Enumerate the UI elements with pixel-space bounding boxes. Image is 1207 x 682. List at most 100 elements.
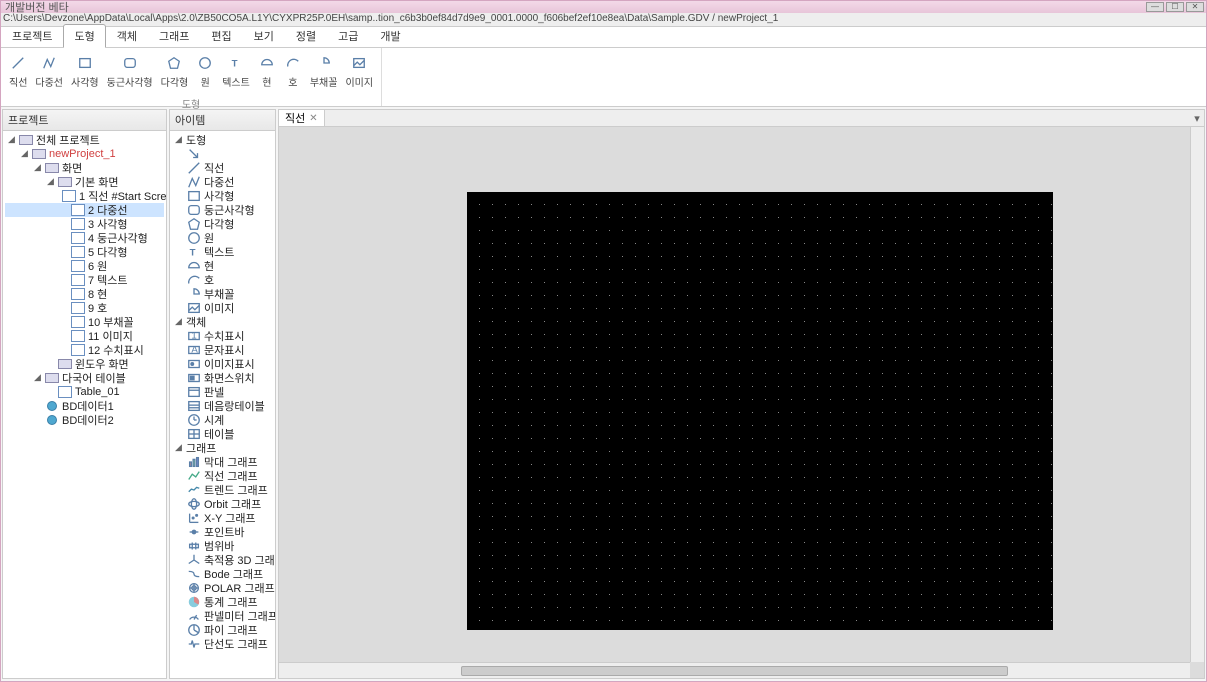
document-tab[interactable]: 직선 ✕: [279, 110, 325, 126]
ribbon-circle[interactable]: 원: [192, 52, 218, 91]
graph-item[interactable]: 통계 그래프: [172, 595, 273, 609]
canvas-area[interactable]: [278, 127, 1205, 679]
ribbon-arc[interactable]: 호: [280, 52, 306, 91]
shape-item[interactable]: 부채꼴: [172, 287, 273, 301]
tree-screen-item[interactable]: 6 원: [5, 259, 164, 273]
menu-tab-project[interactable]: 프로젝트: [1, 24, 63, 47]
shape-item[interactable]: 다각형: [172, 217, 273, 231]
ribbon-image[interactable]: 이미지: [341, 52, 377, 91]
scrollbar-vertical[interactable]: [1190, 127, 1204, 662]
graph-item[interactable]: 트렌드 그래프: [172, 483, 273, 497]
object-item[interactable]: 테이블: [172, 427, 273, 441]
drawing-canvas[interactable]: [467, 192, 1053, 630]
object-item[interactable]: A문자표시: [172, 343, 273, 357]
shape-item[interactable]: 다중선: [172, 175, 273, 189]
graph-item[interactable]: 축적용 3D 그래프: [172, 553, 273, 567]
scrollbar-horizontal[interactable]: [279, 662, 1190, 678]
graph-item[interactable]: Orbit 그래프: [172, 497, 273, 511]
shape-item[interactable]: 원: [172, 231, 273, 245]
graph-item[interactable]: 포인트바: [172, 525, 273, 539]
clock-icon: [187, 414, 201, 426]
shape-item[interactable]: 이미지: [172, 301, 273, 315]
svg-text:A: A: [191, 345, 198, 356]
tree-screen-item[interactable]: 8 현: [5, 287, 164, 301]
object-item[interactable]: 데음랑테이블: [172, 399, 273, 413]
ribbon-polygon[interactable]: 다각형: [157, 52, 193, 91]
menu-tab-object[interactable]: 객체: [106, 24, 148, 47]
menu-tab-graph[interactable]: 그래프: [148, 24, 200, 47]
tab-dropdown-icon[interactable]: ▾: [1190, 112, 1204, 125]
menu-tab-shape[interactable]: 도형: [63, 24, 105, 48]
menu-tab-edit[interactable]: 편집: [200, 24, 242, 47]
tree-bd2[interactable]: BD데이터2: [5, 413, 164, 427]
maximize-button[interactable]: ☐: [1166, 2, 1184, 12]
rect-icon: [187, 190, 201, 202]
circle-icon: [187, 232, 201, 244]
graph-item[interactable]: X-Y 그래프: [172, 511, 273, 525]
graph-item[interactable]: 파이 그래프: [172, 623, 273, 637]
tree-screen-item[interactable]: 5 다각형: [5, 245, 164, 259]
object-item[interactable]: 화면스위치: [172, 371, 273, 385]
shape-item[interactable]: T텍스트: [172, 245, 273, 259]
graph-item[interactable]: 막대 그래프: [172, 455, 273, 469]
xy-icon: [187, 512, 201, 524]
ribbon-roundrect[interactable]: 둥근사각형: [103, 52, 157, 91]
tree-screen-item[interactable]: 1 직선 #Start Screen: [5, 189, 164, 203]
image-icon: [187, 302, 201, 314]
object-item[interactable]: 판넬: [172, 385, 273, 399]
tree-screen-item[interactable]: 9 호: [5, 301, 164, 315]
tree-window-screen[interactable]: 윈도우 화면: [5, 357, 164, 371]
tree-screen-item[interactable]: 7 텍스트: [5, 273, 164, 287]
item-cat-object[interactable]: ◢객체: [172, 315, 273, 329]
shape-item[interactable]: 호: [172, 273, 273, 287]
tree-screen-item[interactable]: 10 부채꼴: [5, 315, 164, 329]
ribbon-polyline[interactable]: 다중선: [31, 52, 67, 91]
ribbon-text[interactable]: T텍스트: [218, 52, 254, 91]
tree-screen-item[interactable]: 12 수치표시: [5, 343, 164, 357]
close-button[interactable]: ✕: [1186, 2, 1204, 12]
ribbon-pie[interactable]: 부채꼴: [306, 52, 342, 91]
tree-screen-item[interactable]: 2 다중선: [5, 203, 164, 217]
graph-item[interactable]: 판넬미터 그래프: [172, 609, 273, 623]
table-icon: [187, 428, 201, 440]
shape-item[interactable]: [172, 147, 273, 161]
shape-item[interactable]: 사각형: [172, 189, 273, 203]
tree-root[interactable]: ◢전체 프로젝트: [5, 133, 164, 147]
tree-screen-item[interactable]: 11 이미지: [5, 329, 164, 343]
graph-item[interactable]: POLAR 그래프: [172, 581, 273, 595]
ribbon-rect[interactable]: 사각형: [67, 52, 103, 91]
object-item[interactable]: 1수치표시: [172, 329, 273, 343]
tree-base-screen[interactable]: ◢기본 화면: [5, 175, 164, 189]
numdisp-icon: 1: [187, 330, 201, 342]
graph-item[interactable]: 직선 그래프: [172, 469, 273, 483]
minimize-button[interactable]: —: [1146, 2, 1164, 12]
tree-project[interactable]: ◢newProject_1: [5, 147, 164, 161]
item-cat-shape[interactable]: ◢도형: [172, 133, 273, 147]
graph-item[interactable]: Bode 그래프: [172, 567, 273, 581]
menu-tab-view[interactable]: 보기: [243, 24, 285, 47]
shape-item[interactable]: 현: [172, 259, 273, 273]
shape-item[interactable]: 둥근사각형: [172, 203, 273, 217]
tree-multilang[interactable]: ◢다국어 테이블: [5, 371, 164, 385]
ribbon-chord[interactable]: 현: [254, 52, 280, 91]
switch-icon: [187, 372, 201, 384]
tree-bd1[interactable]: BD데이터1: [5, 399, 164, 413]
item-cat-graph[interactable]: ◢그래프: [172, 441, 273, 455]
tree-table-item[interactable]: Table_01: [5, 385, 164, 399]
tree-screen-group[interactable]: ◢화면: [5, 161, 164, 175]
line-icon: [9, 54, 27, 72]
project-panel: 프로젝트 ◢전체 프로젝트 ◢newProject_1 ◢화면 ◢기본 화면 1…: [2, 109, 167, 679]
shape-item[interactable]: 직선: [172, 161, 273, 175]
ribbon-line[interactable]: 직선: [5, 52, 31, 91]
menu-tab-align[interactable]: 정렬: [285, 24, 327, 47]
tree-screen-item[interactable]: 4 둥근사각형: [5, 231, 164, 245]
menu-tab-dev[interactable]: 개발: [369, 24, 411, 47]
menu-tab-advanced[interactable]: 고급: [327, 24, 369, 47]
graph-item[interactable]: 단선도 그래프: [172, 637, 273, 651]
polyline-icon: [40, 54, 58, 72]
graph-item[interactable]: 범위바: [172, 539, 273, 553]
object-item[interactable]: 시계: [172, 413, 273, 427]
object-item[interactable]: 이미지표시: [172, 357, 273, 371]
close-tab-icon[interactable]: ✕: [309, 113, 317, 124]
tree-screen-item[interactable]: 3 사각형: [5, 217, 164, 231]
